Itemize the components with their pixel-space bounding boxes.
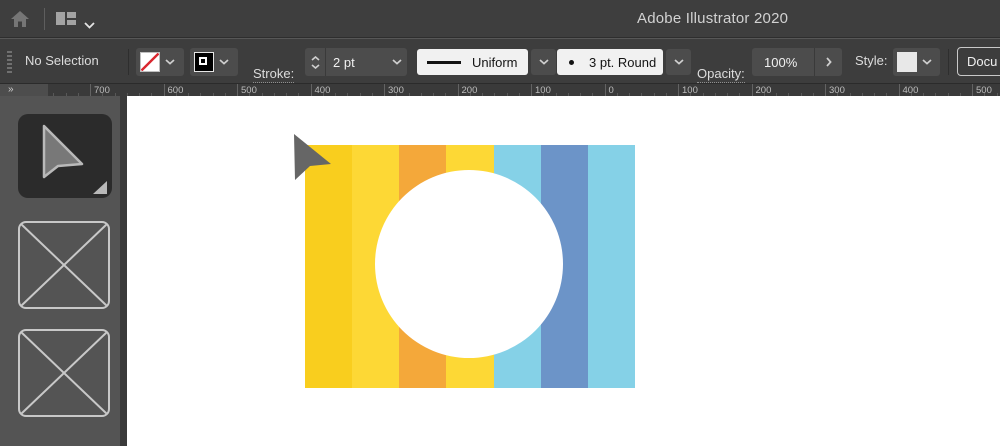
document-setup-button[interactable]: Docu [957, 47, 1000, 76]
empty-tool-slot[interactable] [18, 329, 110, 417]
fill-color-control[interactable] [136, 48, 184, 76]
home-icon[interactable] [10, 9, 30, 34]
round-brush-dot-icon [569, 60, 574, 65]
placeholder-x-icon [18, 329, 110, 417]
tool-flyout-indicator [93, 181, 107, 194]
width-profile-chevron-icon[interactable] [531, 49, 556, 75]
selection-status: No Selection [25, 39, 99, 83]
none-fill-slash-icon [141, 53, 159, 71]
panel-divider [120, 96, 127, 446]
chevron-down-icon[interactable] [84, 16, 95, 34]
brush-value: 3 pt. Round [589, 55, 656, 70]
panel-drag-handle[interactable] [7, 51, 12, 73]
brush-chevron-icon[interactable] [666, 49, 691, 75]
uniform-stroke-line-icon [427, 61, 461, 64]
stroke-width-stepper[interactable] [305, 48, 325, 76]
style-swatch[interactable] [897, 52, 917, 72]
opacity-expand-chevron-icon[interactable] [815, 48, 842, 76]
stroke-chevron-icon[interactable] [214, 48, 234, 76]
stroke-color-control[interactable] [190, 48, 238, 76]
stroke-color-swatch[interactable] [194, 52, 214, 72]
opacity-label[interactable]: Opacity: [697, 39, 745, 83]
width-profile-dropdown[interactable]: Uniform [417, 49, 528, 75]
tools-panel [0, 96, 120, 446]
artwork-stripe[interactable] [588, 145, 635, 388]
artboard-canvas[interactable] [127, 96, 1000, 446]
pointer-cursor-icon [294, 134, 334, 182]
fill-none-swatch[interactable] [140, 52, 160, 72]
arrange-documents-icon[interactable] [56, 12, 76, 25]
brush-dropdown[interactable]: 3 pt. Round [557, 49, 663, 75]
ruler-overflow-button[interactable]: » [0, 84, 48, 96]
artwork-circle[interactable] [375, 170, 563, 358]
selection-tool-icon [44, 126, 82, 177]
empty-tool-slot[interactable] [18, 221, 110, 309]
opacity-value[interactable]: 100% [752, 55, 814, 70]
width-profile-value: Uniform [472, 55, 518, 70]
stroke-width-chevron-icon[interactable] [387, 48, 407, 76]
stroke-label[interactable]: Stroke: [253, 39, 294, 83]
placeholder-x-icon [18, 221, 110, 309]
selection-tool-button[interactable] [18, 114, 112, 198]
style-control[interactable] [893, 48, 940, 76]
stroke-width-value[interactable]: 2 pt [326, 55, 387, 70]
opacity-control[interactable]: 100% [752, 48, 842, 76]
divider [128, 49, 129, 75]
style-chevron-icon[interactable] [917, 48, 937, 76]
artwork[interactable] [305, 145, 635, 388]
stroke-width-control[interactable]: 2 pt [305, 48, 407, 76]
control-bar: No Selection Stroke: 2 pt [0, 38, 1000, 84]
divider [948, 49, 949, 75]
workspace [0, 96, 1000, 446]
title-bar: Adobe Illustrator 2020 [0, 0, 1000, 38]
fill-chevron-icon[interactable] [160, 48, 180, 76]
window-title: Adobe Illustrator 2020 [637, 10, 788, 27]
titlebar-divider [44, 8, 45, 30]
horizontal-ruler: » 7006005004003002001000100200300400500 [0, 84, 1000, 96]
style-label: Style: [855, 39, 888, 83]
